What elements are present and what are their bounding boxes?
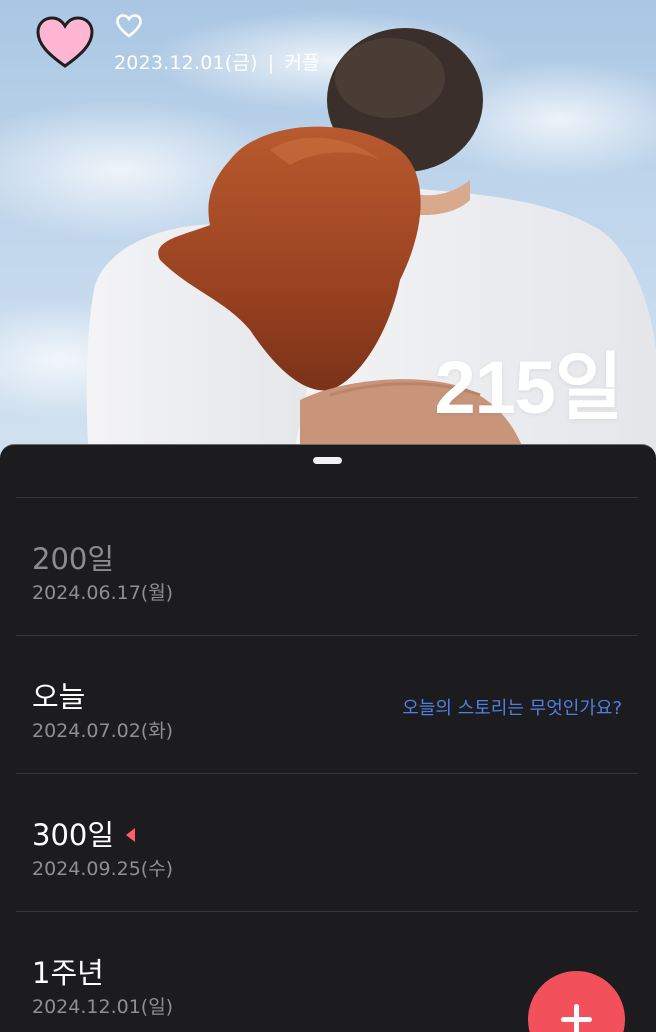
- separator: |: [267, 52, 275, 74]
- start-date: 2023.12.01(금): [114, 52, 258, 74]
- start-date-info: 2023.12.01(금) | 커플: [114, 48, 320, 75]
- day-count: 215일: [434, 346, 623, 429]
- anniversary-title: 오늘: [32, 680, 86, 714]
- list-item[interactable]: 오늘 2024.07.02(화) 오늘의 스토리는 무엇인가요?: [16, 635, 638, 773]
- anniversary-title: 1주년: [32, 956, 104, 990]
- anniversary-date: 2024.07.02(화): [32, 720, 174, 742]
- anniversary-date: 2024.12.01(일): [32, 996, 174, 1018]
- anniversary-title-text: 300일: [32, 818, 115, 852]
- sheet-grabber[interactable]: [313, 457, 342, 464]
- next-marker-icon: [126, 828, 136, 842]
- app-screen: 2023.12.01(금) | 커플 215일 200일 2024.06.17(월)…: [0, 0, 656, 1032]
- anniversary-title: 300일: [32, 812, 136, 854]
- heart-filled-icon: [36, 16, 94, 68]
- anniversary-date: 2024.06.17(월): [32, 582, 174, 604]
- list-item[interactable]: 300일 2024.09.25(수): [16, 773, 638, 911]
- anniversary-list: 200일 2024.06.17(월) 오늘 2024.07.02(화) 오늘의 …: [16, 497, 638, 1032]
- today-story-link[interactable]: 오늘의 스토리는 무엇인가요?: [402, 694, 622, 720]
- anniversary-title: 200일: [32, 542, 115, 576]
- heart-outline-icon[interactable]: [115, 13, 143, 39]
- list-item[interactable]: 200일 2024.06.17(월): [16, 497, 638, 635]
- couple-photo-header[interactable]: 2023.12.01(금) | 커플 215일: [0, 0, 656, 470]
- relation-label: 커플: [284, 52, 320, 74]
- anniversary-sheet: 200일 2024.06.17(월) 오늘 2024.07.02(화) 오늘의 …: [0, 444, 656, 1032]
- plus-icon: [561, 1004, 592, 1032]
- anniversary-date: 2024.09.25(수): [32, 858, 174, 880]
